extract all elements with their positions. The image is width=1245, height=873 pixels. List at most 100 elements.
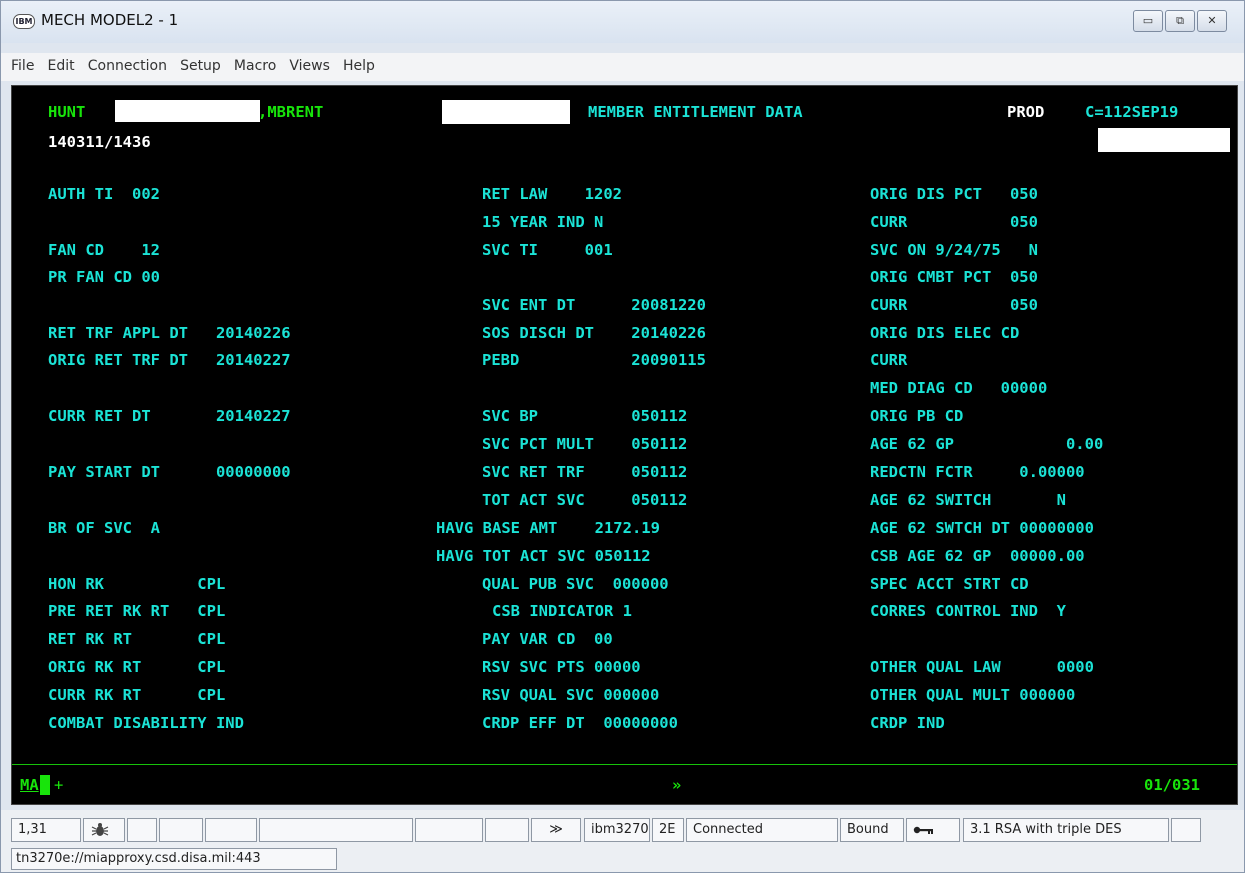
mbrent-label: ,MBRENT — [258, 103, 324, 121]
oia-ma-indicator: MA — [20, 776, 39, 794]
havg-tot-act-svc-field: HAVG TOT ACT SVC 050112 — [436, 547, 651, 565]
prod-label: PROD — [1007, 103, 1045, 121]
rsv-svc-pts-field: RSV SVC PTS 00000 — [482, 658, 641, 676]
age-62-switch-field: AGE 62 SWITCH N — [870, 491, 1066, 509]
model-indicator: 2E — [652, 818, 684, 842]
encryption-status: 3.1 RSA with triple DES — [963, 818, 1169, 842]
curr-ret-dt-field: CURR RET DT 20140227 — [48, 407, 291, 425]
redacted-field — [1098, 128, 1230, 152]
close-button[interactable]: ✕ — [1197, 10, 1227, 32]
terminal-screen[interactable]: HUNT ,MBRENT MEMBER ENTITLEMENT DATA PRO… — [11, 85, 1238, 805]
orig-rk-rt-field: ORIG RK RT CPL — [48, 658, 226, 676]
oia-separator — [12, 764, 1237, 765]
tot-act-svc-field: TOT ACT SVC 050112 — [482, 491, 688, 509]
sos-disch-dt-field: SOS DISCH DT 20140226 — [482, 324, 706, 342]
csb-indicator-field: CSB INDICATOR 1 — [492, 602, 632, 620]
forward-arrow-icon: ≫ — [531, 818, 581, 842]
svc-ti-field: SVC TI 001 — [482, 241, 613, 259]
bound-status: Bound — [840, 818, 904, 842]
oia-plus-indicator: + — [54, 776, 64, 794]
ret-law-field: RET LAW 1202 — [482, 185, 622, 203]
rsv-qual-svc-field: RSV QUAL SVC 000000 — [482, 686, 660, 704]
window-title: MECH MODEL2 - 1 — [41, 11, 179, 29]
pre-ret-rk-rt-field: PRE RET RK RT CPL — [48, 602, 226, 620]
screen-title: MEMBER ENTITLEMENT DATA — [588, 103, 803, 121]
status-cell — [259, 818, 413, 842]
age-62-swtch-dt-field: AGE 62 SWTCH DT 00000000 — [870, 519, 1094, 537]
status-cell — [415, 818, 483, 842]
status-cell — [205, 818, 257, 842]
spec-acct-strt-cd-field: SPEC ACCT STRT CD — [870, 575, 1029, 593]
svc-pct-mult-field: SVC PCT MULT 050112 — [482, 435, 688, 453]
svc-ret-trf-field: SVC RET TRF 050112 — [482, 463, 688, 481]
havg-base-amt-field: HAVG BASE AMT 2172.19 — [436, 519, 660, 537]
restore-button[interactable]: ⧉ — [1165, 10, 1195, 32]
menu-views[interactable]: Views — [289, 58, 330, 74]
curr-cmbt-pct-field: CURR 050 — [870, 296, 1038, 314]
curr-dis-elec-cd-field: CURR — [870, 351, 908, 369]
menu-connection[interactable]: Connection — [88, 58, 167, 74]
title-bar[interactable]: IBM MECH MODEL2 - 1 ▭ ⧉ ✕ — [1, 1, 1244, 43]
pr-fan-cd-field: PR FAN CD 00 — [48, 268, 160, 286]
pebd-field: PEBD 20090115 — [482, 351, 706, 369]
curr-rk-rt-field: CURR RK RT CPL — [48, 686, 226, 704]
ret-rk-rt-field: RET RK RT CPL — [48, 630, 226, 648]
status-cell — [127, 818, 157, 842]
combat-disability-ind-field: COMBAT DISABILITY IND — [48, 714, 244, 732]
curr-dis-pct-field: CURR 050 — [870, 213, 1038, 231]
page-indicator: 01/031 — [1144, 776, 1200, 794]
bug-icon[interactable] — [83, 818, 125, 842]
status-cell — [159, 818, 203, 842]
oia-arrow-indicator: » — [672, 776, 682, 794]
med-diag-cd-field: MED DIAG CD 00000 — [870, 379, 1048, 397]
hon-rk-field: HON RK CPL — [48, 575, 226, 593]
orig-pb-cd-field: ORIG PB CD — [870, 407, 964, 425]
menu-file[interactable]: File — [11, 58, 34, 74]
connection-status: Connected — [686, 818, 838, 842]
svc-bp-field: SVC BP 050112 — [482, 407, 688, 425]
csb-age-62-gp-field: CSB AGE 62 GP 00000.00 — [870, 547, 1085, 565]
minimize-button[interactable]: ▭ — [1133, 10, 1163, 32]
fan-cd-field: FAN CD 12 — [48, 241, 160, 259]
menu-macro[interactable]: Macro — [234, 58, 276, 74]
other-qual-law-field: OTHER QUAL LAW 0000 — [870, 658, 1094, 676]
hunt-label: HUNT — [48, 103, 86, 121]
qual-pub-svc-field: QUAL PUB SVC 000000 — [482, 575, 669, 593]
corres-control-ind-field: CORRES CONTROL IND Y — [870, 602, 1066, 620]
ibm-app-icon: IBM — [13, 14, 35, 29]
pay-var-cd-field: PAY VAR CD 00 — [482, 630, 613, 648]
menu-edit[interactable]: Edit — [48, 58, 75, 74]
timestamp: 140311/1436 — [48, 133, 151, 151]
redacted-field — [442, 100, 570, 124]
status-cell — [1171, 818, 1201, 842]
ret-trf-appl-dt-field: RET TRF APPL DT 20140226 — [48, 324, 291, 342]
current-date: C=112SEP19 — [1085, 103, 1179, 121]
status-bar: 1,31 ≫ ibm3270 2E Connected Bound 3.1 RS… — [1, 810, 1244, 872]
svc-on-field: SVC ON 9/24/75 N — [870, 241, 1038, 259]
connection-url: tn3270e://miapproxy.csd.disa.mil:443 — [11, 848, 337, 870]
cursor-position: 1,31 — [11, 818, 81, 842]
application-window: IBM MECH MODEL2 - 1 ▭ ⧉ ✕ File Edit Conn… — [0, 0, 1245, 873]
menu-setup[interactable]: Setup — [180, 58, 221, 74]
terminal-type: ibm3270 — [584, 818, 650, 842]
crdp-eff-dt-field: CRDP EFF DT 00000000 — [482, 714, 678, 732]
menu-help[interactable]: Help — [343, 58, 375, 74]
svc-ent-dt-field: SVC ENT DT 20081220 — [482, 296, 706, 314]
menu-bar: File Edit Connection Setup Macro Views H… — [1, 53, 1244, 81]
auth-ti-field: AUTH TI 002 — [48, 185, 160, 203]
other-qual-mult-field: OTHER QUAL MULT 000000 — [870, 686, 1076, 704]
orig-dis-pct-field: ORIG DIS PCT 050 — [870, 185, 1038, 203]
age-62-gp-field: AGE 62 GP 0.00 — [870, 435, 1104, 453]
pay-start-dt-field: PAY START DT 00000000 — [48, 463, 291, 481]
terminal-cursor — [40, 775, 50, 795]
crdp-ind-field: CRDP IND — [870, 714, 945, 732]
orig-dis-elec-cd-field: ORIG DIS ELEC CD — [870, 324, 1020, 342]
year-ind-field: 15 YEAR IND N — [482, 213, 604, 231]
redacted-field — [115, 100, 260, 122]
key-icon — [906, 818, 960, 842]
redctn-fctr-field: REDCTN FCTR 0.00000 — [870, 463, 1085, 481]
status-cell — [485, 818, 529, 842]
orig-cmbt-pct-field: ORIG CMBT PCT 050 — [870, 268, 1038, 286]
orig-ret-trf-dt-field: ORIG RET TRF DT 20140227 — [48, 351, 291, 369]
br-of-svc-field: BR OF SVC A — [48, 519, 160, 537]
